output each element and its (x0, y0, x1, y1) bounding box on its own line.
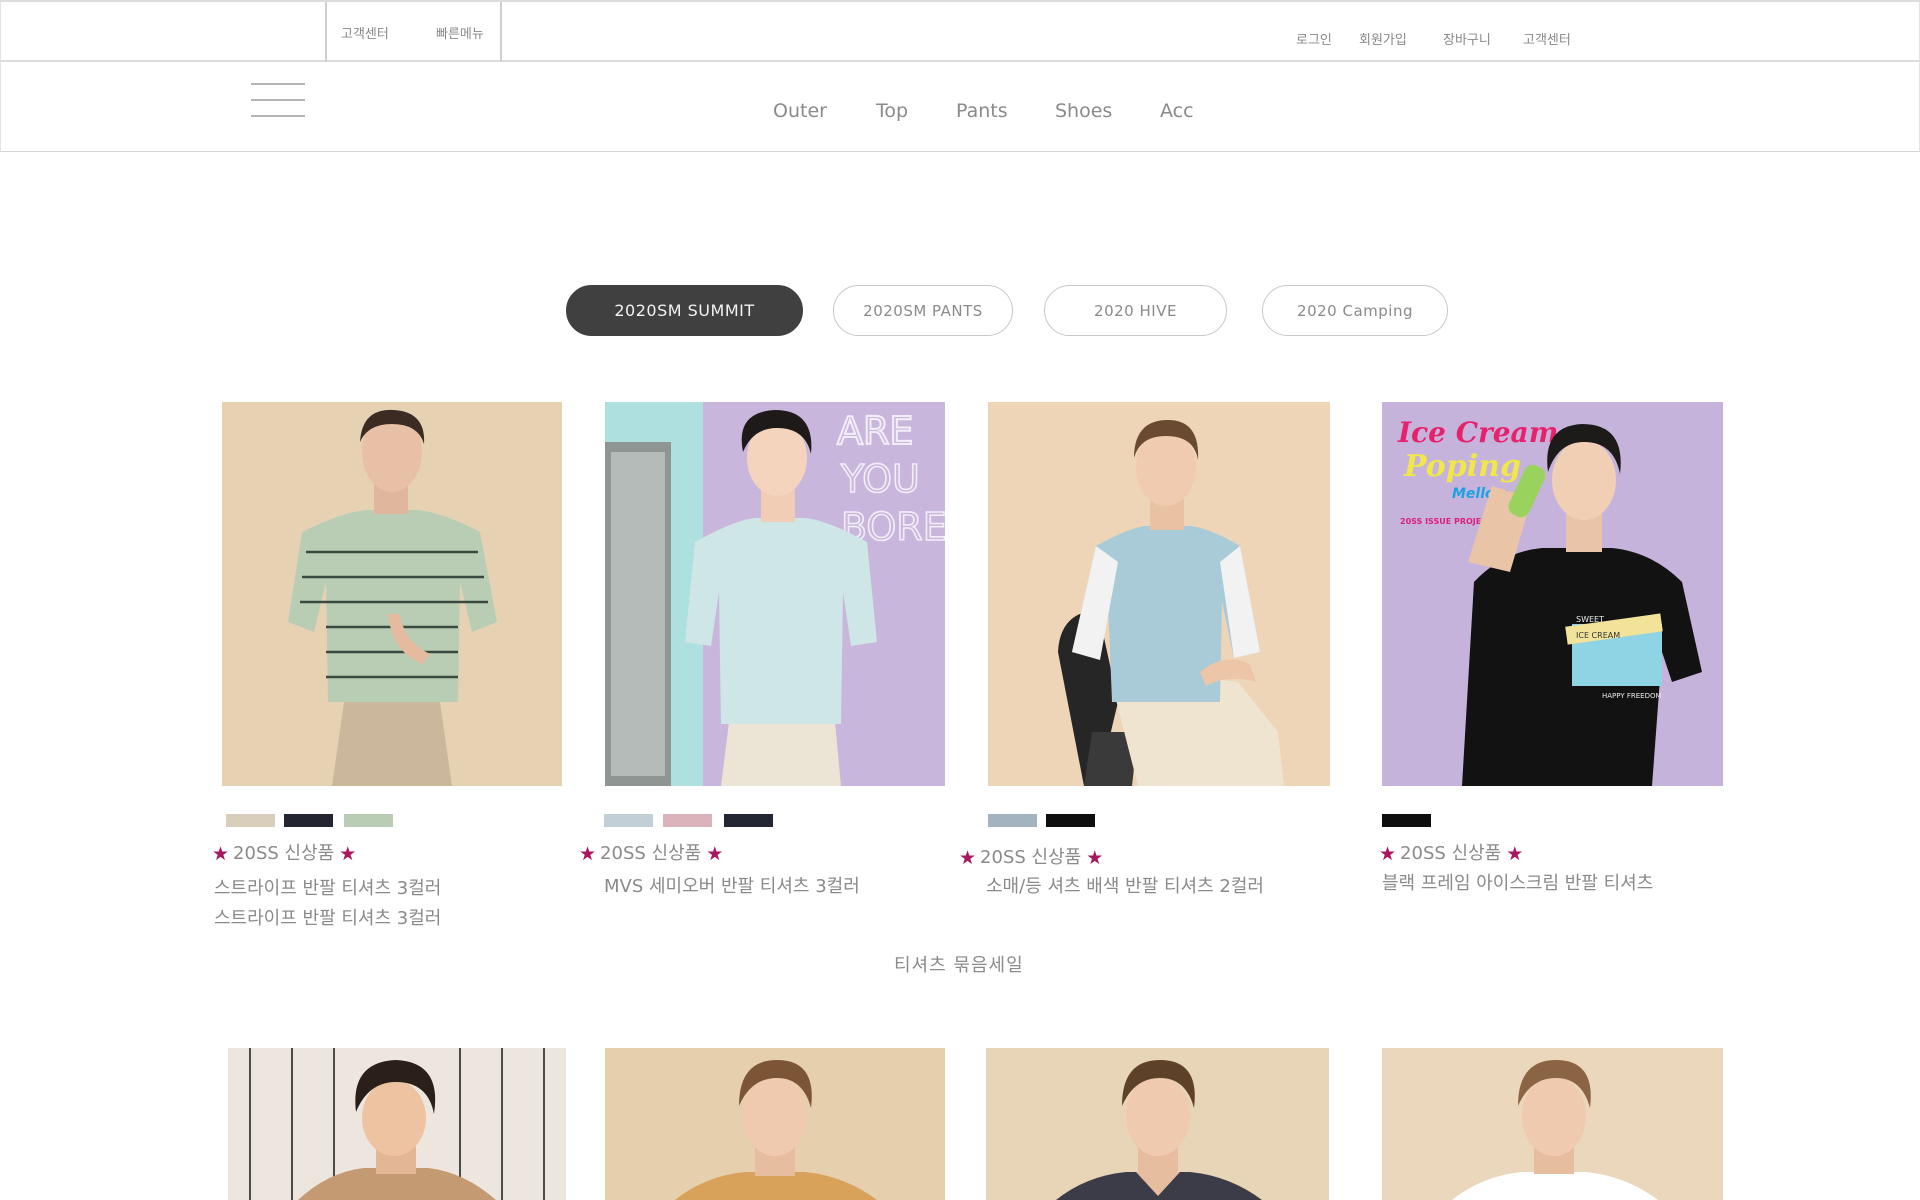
tee-print-bottom: HAPPY FREEDOM (1602, 692, 1662, 700)
tee-print-top: SWEET (1576, 615, 1604, 624)
bundle-sale-heading[interactable]: 티셔츠 묶음세일 (894, 951, 1024, 977)
tab-2020sm-pants[interactable]: 2020SM PANTS (833, 285, 1013, 336)
neon-line-1: ARE (837, 409, 913, 453)
star-icon: ★ (959, 847, 977, 869)
product-image-7[interactable] (986, 1048, 1329, 1200)
color-swatch[interactable] (604, 814, 653, 827)
product-name-1[interactable]: 스트라이프 반팔 티셔츠 3컬러 (214, 874, 441, 900)
new-item-badge: ★ 20SS 신상품 ★ (959, 847, 1104, 869)
nav-top[interactable]: Top (876, 100, 908, 122)
poster-subtitle: Poping (1403, 449, 1521, 484)
nav-pants[interactable]: Pants (956, 100, 1008, 122)
quick-menu-box: 고객센터 빠른메뉴 (325, 2, 502, 62)
product-name-3[interactable]: 소매/등 셔츠 배색 반팔 티셔츠 2컬러 (986, 872, 1264, 898)
nav-shoes[interactable]: Shoes (1055, 100, 1112, 122)
color-swatch[interactable] (226, 814, 275, 827)
nav-acc[interactable]: Acc (1160, 100, 1194, 122)
hamburger-menu-icon[interactable] (249, 83, 307, 117)
tab-2020-hive[interactable]: 2020 HIVE (1044, 285, 1227, 336)
color-swatch[interactable] (344, 814, 393, 827)
cart-link[interactable]: 장바구니 (1443, 29, 1491, 48)
product-image-5[interactable] (228, 1048, 566, 1200)
new-item-badge: ★ 20SS 신상품 ★ (579, 843, 724, 865)
customer-center-link[interactable]: 고객센터 (1523, 29, 1571, 48)
category-nav: Outer Top Pants Shoes Acc (0, 62, 1920, 152)
product-image-3[interactable] (988, 402, 1330, 786)
product-name-2[interactable]: MVS 세미오버 반팔 티셔츠 3컬러 (604, 872, 860, 898)
product-image-2[interactable]: ARE ARE YOU BORE (605, 402, 945, 786)
color-swatch[interactable] (724, 814, 773, 827)
quick-customer-center-link[interactable]: 고객센터 (341, 23, 389, 42)
star-icon: ★ (339, 843, 357, 865)
color-swatch[interactable] (284, 814, 333, 827)
login-link[interactable]: 로그인 (1296, 29, 1332, 48)
star-icon: ★ (1379, 843, 1397, 865)
tee-print-mid: ICE CREAM (1576, 631, 1620, 640)
product-image-8[interactable] (1382, 1048, 1723, 1200)
product-image-6[interactable] (605, 1048, 945, 1200)
neon-line-2: YOU (840, 457, 920, 501)
color-swatch[interactable] (988, 814, 1037, 827)
signup-link[interactable]: 회원가입 (1359, 29, 1407, 48)
nav-outer[interactable]: Outer (773, 100, 827, 122)
tab-2020sm-summit[interactable]: 2020SM SUMMIT (566, 285, 803, 336)
poster-title: Ice Cream (1397, 416, 1558, 449)
product-name-1b[interactable]: 스트라이프 반팔 티셔츠 3컬러 (214, 904, 441, 930)
star-icon: ★ (212, 843, 230, 865)
product-name-4[interactable]: 블랙 프레임 아이스크림 반팔 티셔츠 (1382, 869, 1653, 895)
quick-menu-link[interactable]: 빠른메뉴 (436, 23, 484, 42)
product-image-4[interactable]: Ice Cream Poping Mellow 20SS ISSUE PROJE… (1382, 402, 1723, 786)
color-swatch[interactable] (1382, 814, 1431, 827)
poster-project: 20SS ISSUE PROJECT (1400, 517, 1493, 526)
star-icon: ★ (579, 843, 597, 865)
color-swatch[interactable] (1046, 814, 1095, 827)
star-icon: ★ (706, 843, 724, 865)
color-swatch[interactable] (663, 814, 712, 827)
star-icon: ★ (1506, 843, 1524, 865)
tab-2020-camping[interactable]: 2020 Camping (1262, 285, 1448, 336)
star-icon: ★ (1086, 847, 1104, 869)
product-image-1[interactable] (222, 402, 562, 786)
page: 고객센터 빠른메뉴 로그인 회원가입 장바구니 고객센터 Outer Top P… (0, 0, 1920, 1200)
top-utility-bar: 고객센터 빠른메뉴 로그인 회원가입 장바구니 고객센터 (0, 0, 1920, 62)
new-item-badge: ★ 20SS 신상품 ★ (212, 843, 357, 865)
new-item-badge: ★ 20SS 신상품 ★ (1379, 843, 1524, 865)
